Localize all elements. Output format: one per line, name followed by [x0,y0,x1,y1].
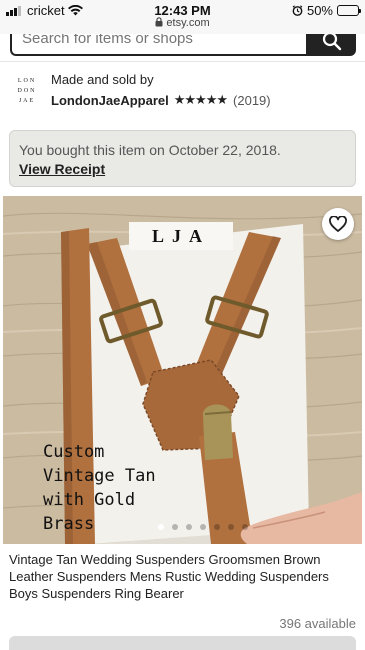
review-count[interactable]: (2019) [233,93,271,108]
brand-tag-text: LJA [151,226,210,246]
shop-logo[interactable]: LON DON JAE [13,76,41,106]
carousel-dot[interactable] [199,524,206,530]
alarm-icon [292,5,303,16]
heart-outline-icon [329,216,347,232]
carousel-dot[interactable] [171,524,178,530]
search-input[interactable] [10,34,308,56]
status-bar: cricket 12:43 PM etsy.com 50% [0,0,365,34]
shop-logo-line: JAE [18,98,36,104]
shop-info: LON DON JAE Made and sold by LondonJaeAp… [0,62,365,122]
carousel-indicator[interactable] [3,524,362,530]
carousel-dot[interactable] [213,524,220,530]
search-bar [0,34,365,62]
made-by-label: Made and sold by [51,72,154,87]
url-text: etsy.com [166,17,210,29]
product-title: Vintage Tan Wedding Suspenders Groomsmen… [9,552,329,601]
product-image-carousel[interactable]: LJA Custom Vintage Tan with Gold Brass [3,196,362,544]
lock-icon [155,17,163,27]
add-to-cart-button[interactable] [9,636,356,650]
battery-percent: 50% [306,3,333,18]
carousel-dot[interactable] [227,524,234,530]
shop-logo-line: DON [17,88,37,94]
shop-line: LondonJaeApparel ★★★★★ (2019) [51,92,271,108]
carousel-dot[interactable] [185,524,192,530]
carousel-dot[interactable] [157,524,164,530]
search-icon [322,34,342,51]
address-bar[interactable]: etsy.com [0,17,365,29]
shop-logo-line: LON [17,78,37,84]
image-caption-text: Custom Vintage Tan with Gold Brass [43,442,156,534]
carousel-dot[interactable] [241,524,248,530]
purchase-notice: You bought this item on October 22, 2018… [9,130,356,187]
star-rating: ★★★★★ [173,92,228,107]
battery-icon [337,5,361,16]
view-receipt-link[interactable]: View Receipt [19,161,105,177]
shop-name-link[interactable]: LondonJaeApparel [51,93,169,108]
availability-text: 396 available [279,616,356,631]
search-button[interactable] [306,34,356,56]
status-right: 50% [292,3,361,18]
purchase-date-text: You bought this item on October 22, 2018… [19,142,281,158]
favorite-button[interactable] [322,208,354,240]
